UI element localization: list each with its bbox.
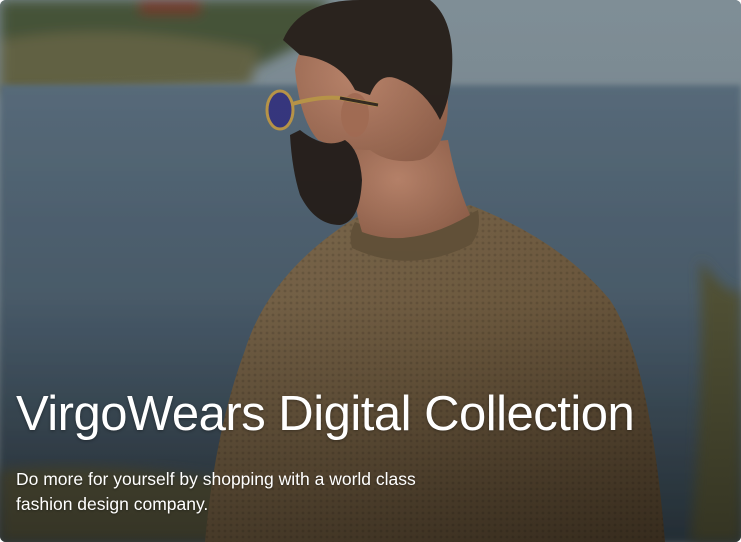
hero-overlay (0, 0, 741, 542)
hero-banner: VirgoWears Digital Collection Do more fo… (0, 0, 741, 542)
hero-title: VirgoWears Digital Collection (16, 387, 635, 441)
hero-subtitle: Do more for yourself by shopping with a … (16, 469, 416, 514)
